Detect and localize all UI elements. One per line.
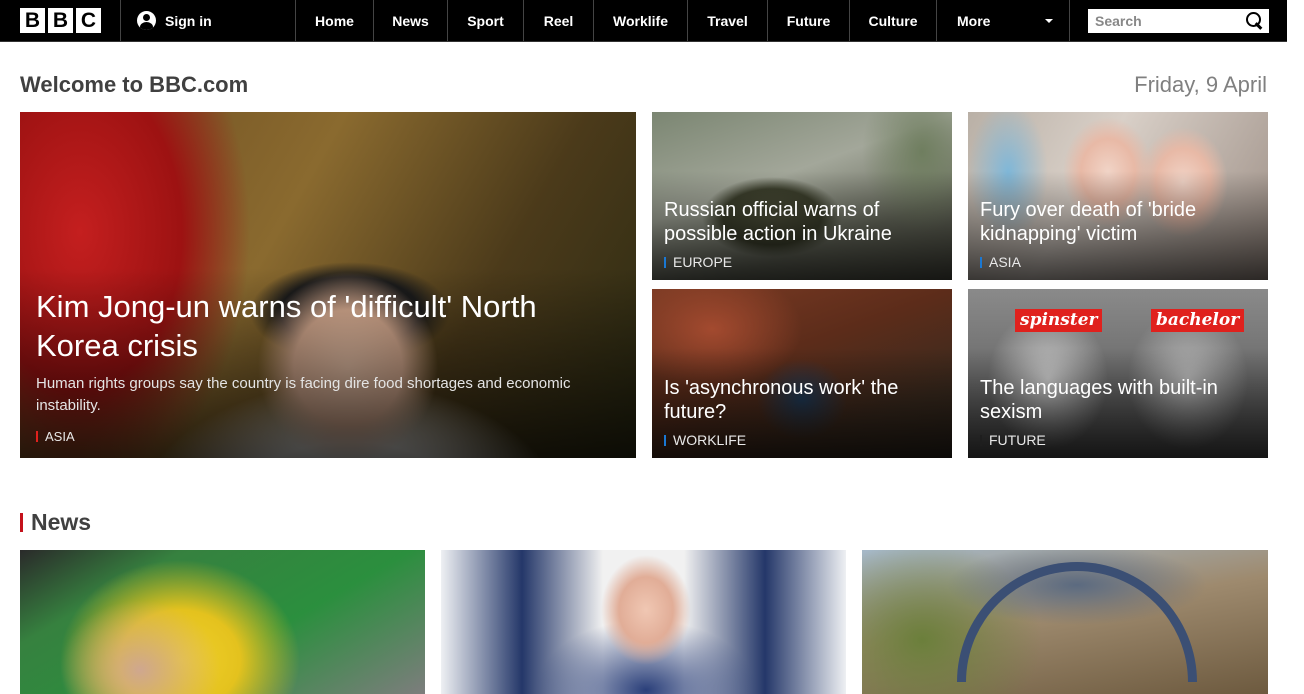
- hero-tile-4[interactable]: spinster bachelor The languages with bui…: [968, 289, 1268, 458]
- user-icon: [137, 11, 156, 30]
- nav-sport[interactable]: Sport: [448, 0, 524, 41]
- hero-main-tag[interactable]: ASIA: [36, 429, 616, 444]
- page-title: Welcome to BBC.com: [20, 72, 249, 97]
- hero-tile-tag-label: ASIA: [989, 254, 1021, 270]
- hero-tile-2[interactable]: Fury over death of 'bride kidnapping' vi…: [968, 112, 1268, 280]
- hero-main-summary: Human rights groups say the country is f…: [36, 375, 571, 414]
- nav-travel[interactable]: Travel: [688, 0, 768, 41]
- nav-home[interactable]: Home: [296, 0, 374, 41]
- hero-tile-text: Russian official warns of possible actio…: [664, 198, 940, 270]
- search-box: [1088, 8, 1269, 33]
- logo-letter-c: C: [76, 8, 101, 33]
- search-input[interactable]: [1095, 12, 1235, 29]
- sign-in-label: Sign in: [165, 12, 212, 29]
- top-nav-bar: B B C Sign in Home News Sport Reel Workl…: [0, 0, 1287, 42]
- image-label-bachelor: bachelor: [1151, 309, 1245, 332]
- image-label-spinster: spinster: [1015, 309, 1103, 332]
- hero-tile-1[interactable]: Russian official warns of possible actio…: [652, 112, 952, 280]
- logo-letter-b2: B: [48, 8, 73, 33]
- hero-tile-title[interactable]: Fury over death of 'bride kidnapping' vi…: [980, 198, 1256, 246]
- news-heading-label[interactable]: News: [31, 509, 91, 536]
- search-icon[interactable]: [1246, 12, 1263, 29]
- hero-tile-text: The languages with built-in sexism FUTUR…: [980, 376, 1256, 448]
- nav-reel[interactable]: Reel: [524, 0, 594, 41]
- hero-tile-tag[interactable]: FUTURE: [980, 432, 1256, 448]
- news-card-3-image[interactable]: [862, 550, 1268, 694]
- nav-news[interactable]: News: [374, 0, 448, 41]
- hero-tile-tag[interactable]: WORKLIFE: [664, 432, 940, 448]
- sign-in-button[interactable]: Sign in: [121, 0, 296, 41]
- hero-main-text: Kim Jong-un warns of 'difficult' North K…: [36, 287, 616, 444]
- nav-more-label: More: [957, 12, 991, 29]
- logo-letter-b1: B: [20, 8, 45, 33]
- hero-tile-text: Is 'asynchronous work' the future? WORKL…: [664, 376, 940, 448]
- hero-tile-tag[interactable]: EUROPE: [664, 254, 940, 270]
- nav-worklife[interactable]: Worklife: [594, 0, 688, 41]
- bbc-logo[interactable]: B B C: [0, 0, 121, 41]
- hero-main-story[interactable]: Kim Jong-un warns of 'difficult' North K…: [20, 112, 636, 458]
- hero-tile-text: Fury over death of 'bride kidnapping' vi…: [980, 198, 1256, 270]
- hero-tile-title[interactable]: Russian official warns of possible actio…: [664, 198, 940, 246]
- search-area: [1070, 0, 1269, 41]
- nav-culture[interactable]: Culture: [850, 0, 937, 41]
- news-card-2-image[interactable]: [441, 550, 846, 694]
- hero-tile-tag-label: FUTURE: [989, 432, 1046, 448]
- hero-tile-3[interactable]: Is 'asynchronous work' the future? WORKL…: [652, 289, 952, 458]
- hero-main-tag-label: ASIA: [45, 429, 75, 444]
- hero-main-title[interactable]: Kim Jong-un warns of 'difficult' North K…: [36, 287, 616, 365]
- hero-tile-tag-label: WORKLIFE: [673, 432, 747, 448]
- hero-tile-title[interactable]: The languages with built-in sexism: [980, 376, 1256, 424]
- nav-future[interactable]: Future: [768, 0, 850, 41]
- hero-tile-tag-label: EUROPE: [673, 254, 733, 270]
- nav-more-dropdown[interactable]: More: [937, 0, 1070, 41]
- date-label: Friday, 9 April: [1134, 72, 1267, 97]
- hero-tile-tag[interactable]: ASIA: [980, 254, 1256, 270]
- gate-arch-shape: [957, 562, 1197, 682]
- main-nav: Home News Sport Reel Worklife Travel Fut…: [296, 0, 1070, 41]
- hero-tile-title[interactable]: Is 'asynchronous work' the future?: [664, 376, 940, 424]
- news-section-heading: News: [20, 509, 91, 536]
- section-accent-bar: [20, 513, 23, 532]
- news-card-1-image[interactable]: [20, 550, 425, 694]
- chevron-down-icon: [1045, 18, 1053, 23]
